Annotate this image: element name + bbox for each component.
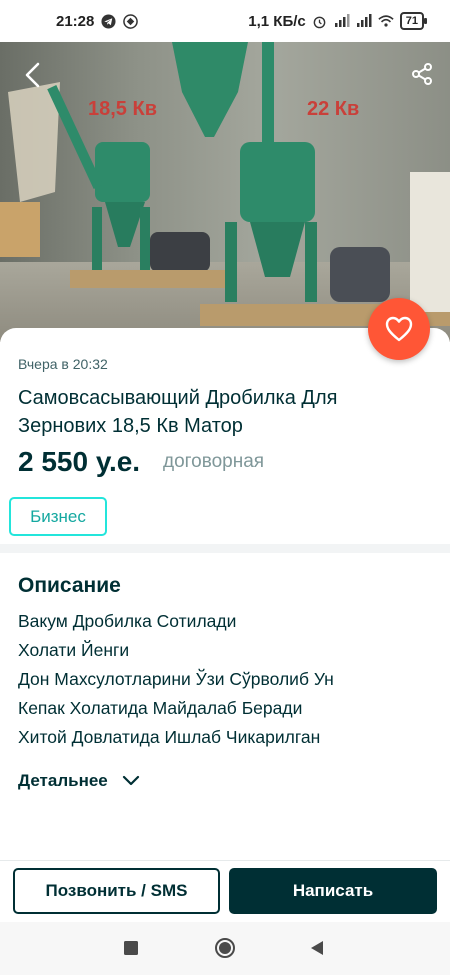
triangle-back-icon <box>311 941 323 955</box>
status-time: 21:28 <box>56 12 95 30</box>
chevron-down-icon <box>122 775 139 786</box>
app-notification-icon <box>122 13 138 29</box>
description-line: Холати Йенги <box>18 640 130 660</box>
photo-caption-right: 22 Кв <box>307 98 360 120</box>
listing-title: Самовсасывающий Дробилка Для Зернових 18… <box>18 387 338 437</box>
listing-photo-carousel[interactable]: 18,5 Кв 22 Кв <box>0 42 450 342</box>
signal-icon <box>334 13 350 29</box>
share-button[interactable] <box>402 54 442 94</box>
telegram-icon <box>100 13 116 29</box>
business-badge: Бизнес <box>9 497 107 536</box>
circle-icon <box>215 938 235 958</box>
listing-date: Вчера в 20:32 <box>18 356 108 372</box>
description-heading: Описание <box>18 574 121 597</box>
call-sms-button[interactable]: Позвонить / SMS <box>13 868 220 914</box>
battery-indicator: 71 <box>399 12 428 30</box>
signal-icon-2 <box>356 13 372 29</box>
show-more-button[interactable]: Детальнее <box>18 771 140 791</box>
description-line: Дон Махсулотларини Ўзи Сўрволиб Ун <box>18 669 334 689</box>
status-bar: 21:28 1,1 КБ/с 71 <box>0 0 450 42</box>
favorite-button[interactable] <box>368 298 430 360</box>
recent-apps-button[interactable] <box>119 936 143 960</box>
back-nav-button[interactable] <box>305 936 329 960</box>
wifi-icon <box>378 13 394 29</box>
price-negotiable: договорная <box>163 451 265 472</box>
home-button[interactable] <box>213 936 237 960</box>
square-icon <box>124 941 138 955</box>
listing-price: 2 550 у.е. <box>18 446 141 477</box>
back-button[interactable] <box>13 55 53 95</box>
description-line: Хитой Довлатида Ишлаб Чикарилган <box>18 727 321 747</box>
network-speed: 1,1 КБ/с <box>248 12 306 30</box>
photo-caption-left: 18,5 Кв <box>88 98 157 120</box>
machine-photo <box>0 42 450 326</box>
description-line: Вакум Дробилка Сотилади <box>18 611 237 631</box>
heart-icon <box>385 316 413 342</box>
write-message-button[interactable]: Написать <box>229 868 437 914</box>
back-arrow-icon <box>25 62 40 88</box>
share-icon <box>412 63 432 85</box>
section-divider <box>0 544 450 553</box>
description-line: Кепак Холатида Майдалаб Беради <box>18 698 303 718</box>
alarm-icon <box>312 13 328 29</box>
show-more-label: Детальнее <box>18 771 108 790</box>
